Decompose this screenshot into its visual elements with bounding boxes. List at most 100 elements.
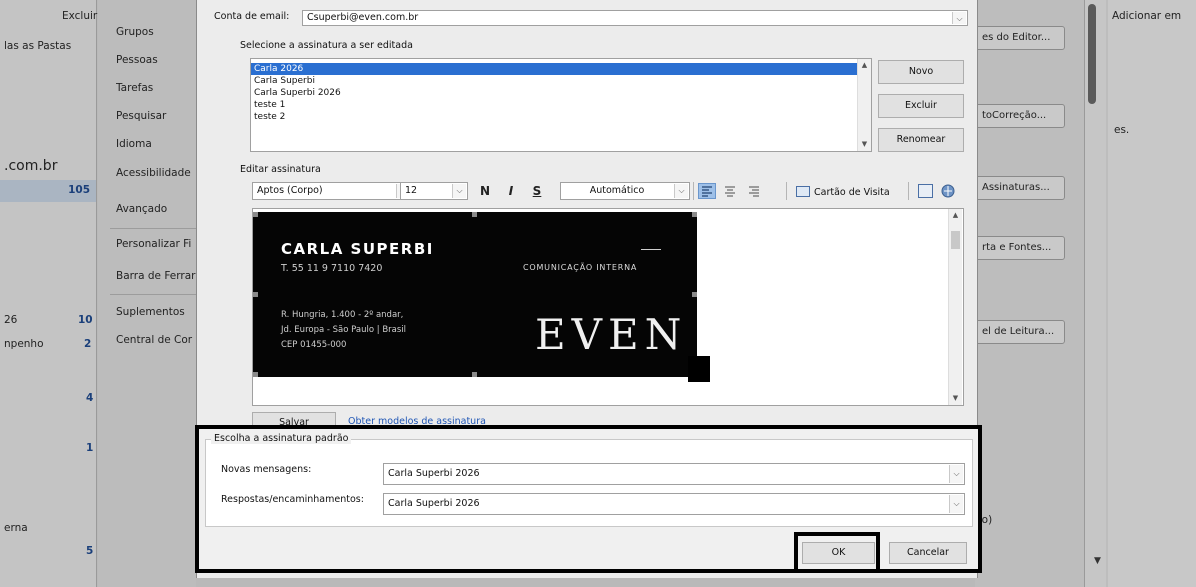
reading-pane-button[interactable]: el de Leitura...	[975, 320, 1065, 344]
new-messages-select[interactable]: Carla Superbi 2026 ⌵	[383, 463, 965, 485]
business-card-button[interactable]: Cartão de Visita	[814, 187, 890, 198]
chevron-down-icon[interactable]: ⌵	[452, 184, 466, 198]
signature-divider	[641, 249, 661, 250]
business-card-icon[interactable]	[796, 186, 810, 197]
font-name-select[interactable]: Aptos (Corpo) ⌵	[252, 182, 412, 200]
folder-label[interactable]: 26	[4, 314, 17, 326]
category-item[interactable]: Central de Cor	[116, 334, 196, 346]
signature-list-item[interactable]: Carla Superbi	[251, 75, 871, 87]
scroll-down-icon[interactable]: ▼	[1094, 556, 1101, 566]
align-center-icon[interactable]	[722, 184, 738, 198]
toolbar-divider	[693, 182, 694, 200]
delete-label: Excluir	[62, 10, 98, 22]
bold-button[interactable]: N	[476, 182, 494, 200]
chevron-down-icon[interactable]: ⌵	[674, 184, 688, 198]
folder-count: 1	[86, 442, 94, 454]
align-left-icon[interactable]	[698, 183, 716, 199]
resize-handle[interactable]	[692, 292, 697, 297]
align-right-icon[interactable]	[746, 184, 762, 198]
selected-folder-row[interactable]: 105	[0, 180, 96, 202]
category-item[interactable]: Personalizar Fi	[116, 238, 196, 250]
account-name[interactable]: .com.br	[4, 158, 57, 174]
category-item[interactable]: Pessoas	[116, 54, 196, 66]
all-folders-label: las as Pastas	[4, 40, 72, 52]
underline-button[interactable]: S	[528, 182, 546, 200]
signature-list-item[interactable]: teste 2	[251, 111, 871, 123]
signature-card-image[interactable]: CARLA SUPERBI T. 55 11 9 7110 7420 COMUN…	[253, 212, 697, 377]
category-item[interactable]: Avançado	[116, 203, 196, 215]
resize-handle[interactable]	[253, 212, 258, 217]
category-item[interactable]: Pesquisar	[116, 110, 196, 122]
email-account-select[interactable]: Csuperbi@even.com.br ⌵	[302, 10, 968, 26]
email-account-label: Conta de email:	[214, 11, 290, 22]
category-item[interactable]: Suplementos	[116, 306, 196, 318]
font-name-value: Aptos (Corpo)	[257, 185, 323, 196]
add-in-label[interactable]: Adicionar em	[1112, 10, 1181, 22]
chevron-down-icon[interactable]: ⌵	[952, 12, 966, 24]
folder-label[interactable]: erna	[4, 522, 28, 534]
font-size-select[interactable]: 12 ⌵	[400, 182, 468, 200]
resize-annotation: Reduzir tamanho (se necessário)	[728, 346, 862, 382]
resize-handle[interactable]	[692, 212, 697, 217]
resize-handle[interactable]	[253, 292, 258, 297]
scroll-up-icon[interactable]: ▲	[858, 59, 871, 72]
category-item[interactable]: Tarefas	[116, 82, 196, 94]
insert-hyperlink-icon[interactable]	[940, 183, 956, 199]
signature-name: CARLA SUPERBI	[281, 240, 434, 258]
insert-picture-icon[interactable]	[918, 184, 933, 198]
font-size-value: 12	[405, 185, 418, 196]
category-item[interactable]: Grupos	[116, 26, 196, 38]
category-item[interactable]: Barra de Ferrar	[116, 270, 196, 282]
select-signature-label: Selecione a assinatura a ser editada	[240, 40, 413, 51]
italic-button[interactable]: I	[502, 182, 520, 200]
signature-department: COMUNICAÇÃO INTERNA	[523, 263, 638, 272]
editor-scrollbar[interactable]: ▲ ▼	[948, 209, 962, 405]
autocorrect-button[interactable]: toCorreção...	[975, 104, 1065, 128]
category-divider	[110, 294, 196, 295]
new-signature-button[interactable]: Novo	[878, 60, 964, 84]
folder-count: 10	[78, 314, 93, 326]
resize-handle[interactable]	[472, 372, 477, 377]
signature-phone: T. 55 11 9 7110 7420	[281, 263, 383, 274]
category-item[interactable]: Idioma	[116, 138, 196, 150]
email-account-value: Csuperbi@even.com.br	[307, 12, 419, 23]
signature-list-item[interactable]: teste 1	[251, 99, 871, 111]
resize-handle[interactable]	[253, 372, 258, 377]
unread-count: 105	[68, 184, 90, 196]
signature-list-scrollbar[interactable]: ▲ ▼	[857, 59, 871, 151]
scroll-up-icon[interactable]: ▲	[949, 209, 962, 222]
signature-list-item[interactable]: Carla Superbi 2026	[251, 87, 871, 99]
replies-value: Carla Superbi 2026	[388, 498, 480, 509]
rename-signature-button[interactable]: Renomear	[878, 128, 964, 152]
cancel-button[interactable]: Cancelar	[889, 542, 967, 564]
folder-count: 5	[86, 545, 94, 557]
category-item[interactable]: Acessibilidade	[116, 167, 196, 179]
signatures-button[interactable]: Assinaturas...	[975, 176, 1065, 200]
editor-scroll-thumb[interactable]	[951, 231, 960, 249]
scroll-down-icon[interactable]: ▼	[949, 392, 962, 405]
signature-address-line2: Jd. Europa - São Paulo | Brasil	[281, 325, 407, 335]
options-scroll-thumb[interactable]	[1088, 4, 1096, 104]
delete-signature-button[interactable]: Excluir	[878, 94, 964, 118]
replies-select[interactable]: Carla Superbi 2026 ⌵	[383, 493, 965, 515]
stationery-fonts-button[interactable]: rta e Fontes...	[975, 236, 1065, 260]
new-messages-label: Novas mensagens:	[221, 464, 312, 475]
signature-list-item[interactable]: Carla 2026	[251, 63, 871, 75]
resize-handle[interactable]	[472, 212, 477, 217]
folder-label[interactable]: npenho	[4, 338, 44, 350]
scroll-down-icon[interactable]: ▼	[858, 138, 871, 151]
editor-options-button[interactable]: es do Editor...	[975, 26, 1065, 50]
ribbon-right: Adicionar em es.	[1108, 0, 1196, 587]
replies-label: Respostas/encaminhamentos:	[221, 494, 364, 505]
signature-list[interactable]: Carla 2026 Carla Superbi Carla Superbi 2…	[250, 58, 872, 152]
font-color-select[interactable]: Automático ⌵	[560, 182, 690, 200]
chevron-down-icon[interactable]: ⌵	[949, 495, 963, 513]
signature-cep: CEP 01455-000	[281, 340, 347, 350]
signature-address-line1: R. Hungria, 1.400 - 2º andar,	[281, 310, 404, 320]
category-divider	[110, 228, 196, 229]
folder-count: 2	[84, 338, 92, 350]
folder-pane: Excluir las as Pastas .com.br	[0, 0, 97, 587]
even-logo: EVEN	[535, 310, 688, 359]
toolbar-divider	[908, 182, 909, 200]
chevron-down-icon[interactable]: ⌵	[949, 465, 963, 483]
